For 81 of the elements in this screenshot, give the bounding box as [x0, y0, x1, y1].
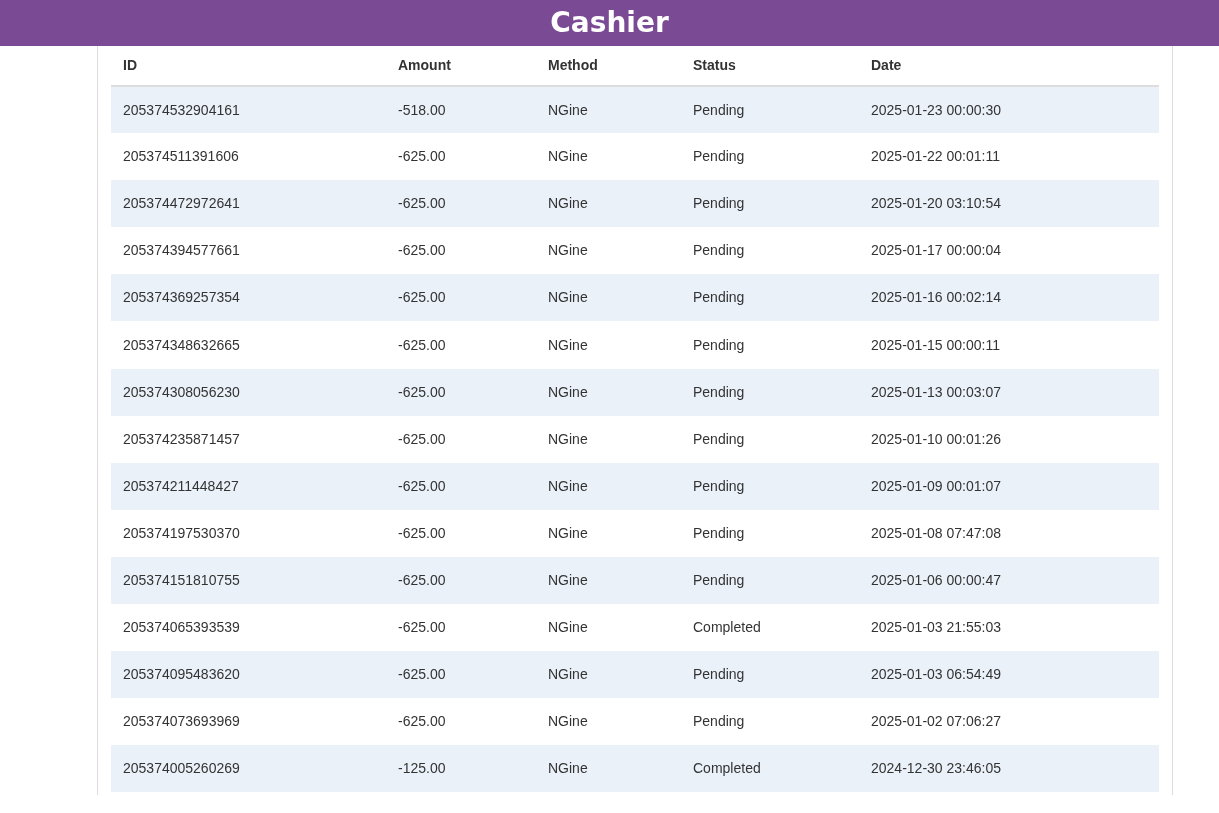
- column-header: Amount: [386, 46, 536, 86]
- column-header: ID: [111, 46, 386, 86]
- table-cell: NGine: [536, 462, 681, 510]
- table-cell: NGine: [536, 86, 681, 134]
- table-cell: -625.00: [386, 509, 536, 557]
- column-header: Status: [681, 46, 859, 86]
- table-cell: 2025-01-15 00:00:11: [859, 321, 1159, 369]
- table-cell: 205374472972641: [111, 180, 386, 228]
- table-cell: NGine: [536, 415, 681, 463]
- table-cell: 205374005260269: [111, 745, 386, 793]
- table-cell: Pending: [681, 274, 859, 322]
- table-cell: 205374511391606: [111, 133, 386, 181]
- table-cell: NGine: [536, 227, 681, 275]
- table-cell: -125.00: [386, 745, 536, 793]
- table-cell: NGine: [536, 651, 681, 699]
- table-cell: Pending: [681, 556, 859, 605]
- table-cell: -625.00: [386, 556, 536, 605]
- table-cell: NGine: [536, 321, 681, 369]
- table-cell: Pending: [681, 180, 859, 228]
- table-cell: NGine: [536, 509, 681, 557]
- table-cell: -625.00: [386, 368, 536, 416]
- table-cell: NGine: [536, 180, 681, 228]
- table-cell: 2025-01-23 00:00:30: [859, 86, 1159, 134]
- table-cell: NGine: [536, 133, 681, 181]
- table-cell: NGine: [536, 604, 681, 652]
- table-cell: 2025-01-13 00:03:07: [859, 368, 1159, 416]
- column-header: Method: [536, 46, 681, 86]
- table-cell: 205374235871457: [111, 415, 386, 463]
- table-cell: -625.00: [386, 651, 536, 699]
- table-cell: 205374369257354: [111, 274, 386, 322]
- table-cell: Pending: [681, 415, 859, 463]
- table-cell: Pending: [681, 462, 859, 510]
- table-cell: -625.00: [386, 180, 536, 228]
- table-cell: Completed: [681, 604, 859, 652]
- table-cell: 205374308056230: [111, 368, 386, 416]
- table-cell: -625.00: [386, 698, 536, 746]
- table-cell: NGine: [536, 556, 681, 605]
- table-cell: -518.00: [386, 86, 536, 134]
- table-cell: -625.00: [386, 274, 536, 322]
- table-cell: Pending: [681, 227, 859, 275]
- table-cell: Pending: [681, 651, 859, 699]
- table-cell: Completed: [681, 745, 859, 793]
- table-cell: 205374065393539: [111, 604, 386, 652]
- table-cell: NGine: [536, 368, 681, 416]
- table-cell: 205374197530370: [111, 509, 386, 557]
- table-cell: 2025-01-03 06:54:49: [859, 651, 1159, 699]
- table-cell: Pending: [681, 133, 859, 181]
- table-cell: 2025-01-03 21:55:03: [859, 604, 1159, 652]
- table-cell: 2025-01-10 00:01:26: [859, 415, 1159, 463]
- table-cell: 205374151810755: [111, 556, 386, 605]
- table-cell: Pending: [681, 368, 859, 416]
- column-header: Date: [859, 46, 1159, 86]
- table-cell: -625.00: [386, 415, 536, 463]
- table-cell: Pending: [681, 321, 859, 369]
- table-cell: NGine: [536, 698, 681, 746]
- table-cell: 205374348632665: [111, 321, 386, 369]
- table-cell: 2025-01-06 00:00:47: [859, 556, 1159, 605]
- table-cell: Pending: [681, 86, 859, 134]
- table-cell: 2025-01-20 03:10:54: [859, 180, 1159, 228]
- table-cell: 205374211448427: [111, 462, 386, 510]
- table-cell: Pending: [681, 509, 859, 557]
- table-cell: 2025-01-02 07:06:27: [859, 698, 1159, 746]
- table-cell: -625.00: [386, 321, 536, 369]
- table-cell: -625.00: [386, 604, 536, 652]
- table-cell: 2024-12-30 23:46:05: [859, 745, 1159, 793]
- table-cell: 2025-01-09 00:01:07: [859, 462, 1159, 510]
- table-cell: 205374394577661: [111, 227, 386, 275]
- table-cell: 2025-01-16 00:02:14: [859, 274, 1159, 322]
- table-cell: -625.00: [386, 462, 536, 510]
- table-cell: 205374532904161: [111, 86, 386, 134]
- table-cell: 2025-01-08 07:47:08: [859, 509, 1159, 557]
- table-cell: -625.00: [386, 133, 536, 181]
- table-cell: NGine: [536, 745, 681, 793]
- table-cell: 205374095483620: [111, 651, 386, 699]
- table-cell: -625.00: [386, 227, 536, 275]
- table-cell: 2025-01-17 00:00:04: [859, 227, 1159, 275]
- table-cell: NGine: [536, 274, 681, 322]
- page-title: Cashier: [550, 9, 669, 37]
- table-cell: 2025-01-22 00:01:11: [859, 133, 1159, 181]
- table-cell: Pending: [681, 698, 859, 746]
- table-cell: 205374073693969: [111, 698, 386, 746]
